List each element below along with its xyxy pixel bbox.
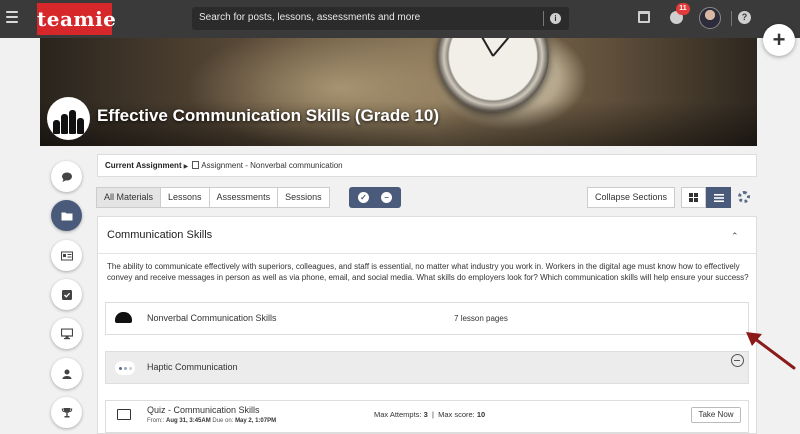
collapse-sections-button[interactable]: Collapse Sections	[587, 187, 676, 208]
search-divider	[543, 11, 544, 26]
lesson-row[interactable]: Nonverbal Communication Skills 7 lesson …	[105, 302, 749, 335]
bulk-toggle-group: ✓ −	[349, 187, 401, 208]
current-assignment-bar[interactable]: Current Assignment ▶ Assignment - Nonverba…	[97, 154, 757, 177]
add-button[interactable]: +	[763, 24, 795, 56]
tab-all-materials[interactable]: All Materials	[96, 187, 162, 208]
notification-badge: 11	[676, 3, 690, 15]
folder-icon	[61, 212, 72, 220]
list-view-button[interactable]	[706, 187, 731, 208]
rail-posts-button[interactable]	[51, 161, 82, 192]
current-assignment-label: Current Assignment	[105, 161, 182, 170]
chat-bubble-icon	[61, 172, 72, 182]
help-icon[interactable]: ?	[738, 11, 751, 24]
document-icon	[192, 161, 200, 169]
checkbox-icon	[61, 289, 72, 300]
tab-lessons[interactable]: Lessons	[160, 187, 210, 208]
topbar-divider	[731, 11, 732, 26]
gear-icon[interactable]	[738, 191, 750, 203]
lesson-title[interactable]: Haptic Communication	[147, 362, 238, 372]
monitor-icon	[60, 328, 73, 339]
lesson-row[interactable]: Haptic Communication	[105, 351, 749, 384]
quiz-limits: Max Attempts: 3 | Max score: 10	[374, 410, 486, 419]
quiz-icon	[117, 409, 131, 420]
section-card: Communication Skills ⌃ The ability to co…	[97, 216, 757, 434]
section-description: The ability to communicate effectively w…	[107, 262, 749, 282]
calendar-icon[interactable]	[638, 11, 650, 23]
lesson-title[interactable]: Nonverbal Communication Skills	[147, 313, 277, 323]
quiz-title[interactable]: Quiz - Communication Skills	[147, 405, 260, 415]
quiz-row[interactable]: Quiz - Communication Skills From:: Aug 3…	[105, 400, 749, 433]
take-now-button[interactable]: Take Now	[691, 407, 741, 423]
caret-right-icon: ▶	[183, 164, 189, 170]
quiz-dates: From:: Aug 31, 3:45AM Due on: May 2, 1:0…	[147, 418, 277, 424]
annotation-arrow	[746, 332, 796, 370]
rail-sessions-button[interactable]	[51, 318, 82, 349]
graduation-cap-icon	[115, 312, 132, 323]
section-title: Communication Skills	[107, 229, 213, 241]
section-divider	[98, 253, 756, 254]
course-banner: Effective Communication Skills (Grade 10…	[40, 38, 757, 146]
info-icon[interactable]: i	[550, 13, 561, 24]
search-input[interactable]: Search for posts, lessons, assessments a…	[199, 12, 420, 23]
current-assignment-link[interactable]: Assignment - Nonverbal communication	[201, 161, 342, 170]
minus-circle-icon[interactable]: −	[381, 192, 392, 203]
course-logo	[47, 97, 90, 140]
rail-people-button[interactable]	[51, 358, 82, 389]
chevron-up-icon[interactable]: ⌃	[731, 231, 739, 242]
grid-view-button[interactable]	[681, 187, 706, 208]
tab-assessments[interactable]: Assessments	[208, 187, 279, 208]
user-avatar[interactable]	[699, 7, 721, 29]
rail-badges-button[interactable]	[51, 397, 82, 428]
remove-circle-icon[interactable]	[731, 354, 744, 367]
search-bar[interactable]: Search for posts, lessons, assessments a…	[192, 7, 569, 30]
top-bar: teamie Search for posts, lessons, assess…	[0, 0, 800, 38]
rail-materials-button[interactable]	[51, 200, 82, 231]
list-icon	[714, 194, 724, 202]
trophy-icon	[61, 407, 72, 417]
loading-dots-icon	[115, 361, 135, 375]
lesson-page-count: 7 lesson pages	[454, 314, 508, 323]
material-filter-tabs: All Materials Lessons Assessments Sessio…	[96, 187, 330, 208]
id-card-icon	[60, 251, 73, 260]
rail-gradebook-button[interactable]	[51, 240, 82, 271]
hamburger-menu-icon[interactable]	[6, 11, 18, 23]
course-title: Effective Communication Skills (Grade 10…	[97, 106, 439, 125]
grid-icon	[689, 193, 698, 202]
tab-sessions[interactable]: Sessions	[277, 187, 330, 208]
teamie-logo[interactable]: teamie	[37, 3, 116, 35]
person-icon	[62, 369, 71, 379]
rail-tasks-button[interactable]	[51, 279, 82, 310]
check-circle-icon[interactable]: ✓	[358, 192, 369, 203]
